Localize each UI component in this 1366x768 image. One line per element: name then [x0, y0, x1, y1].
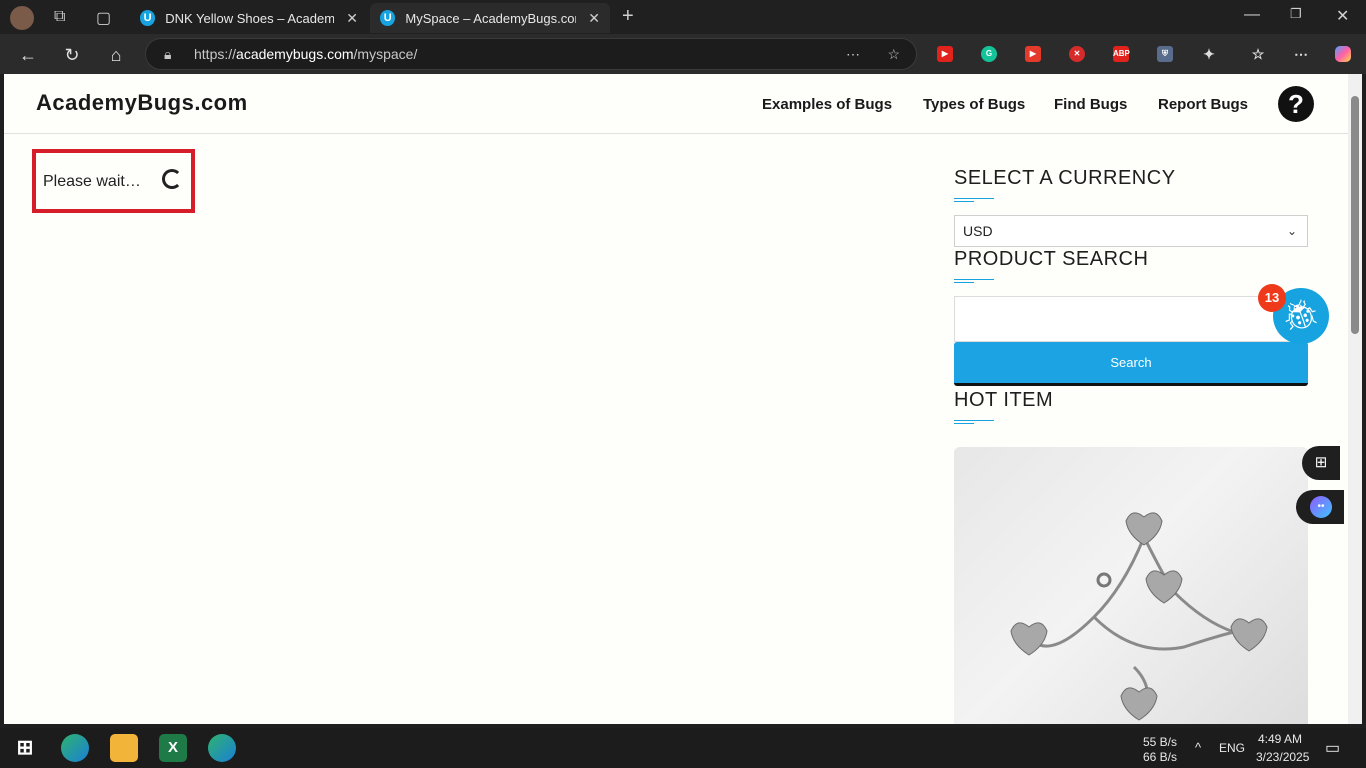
product-search-input[interactable]: [954, 296, 1308, 342]
grammarly-icon[interactable]: G: [981, 46, 997, 62]
heading-underline: [954, 198, 994, 202]
bug-count-badge: 13: [1258, 284, 1286, 312]
nav-types-of-bugs[interactable]: Types of Bugs: [923, 96, 1025, 113]
nav-report-bugs[interactable]: Report Bugs: [1158, 96, 1248, 113]
copilot-icon[interactable]: [1335, 46, 1351, 62]
heading-underline: [954, 420, 994, 424]
adblock-plus-icon[interactable]: ABP: [1113, 46, 1130, 62]
language-indicator[interactable]: ENG: [1219, 741, 1245, 755]
restore-icon[interactable]: ❐: [1290, 6, 1302, 22]
refresh-icon[interactable]: ↻: [59, 42, 85, 68]
new-tab-icon[interactable]: +: [622, 5, 634, 28]
loading-box: Please wait…: [32, 149, 195, 213]
loading-text: Please wait…: [43, 173, 141, 190]
url-host: academybugs.com: [236, 46, 354, 62]
lock-icon: 🔒︎: [164, 46, 172, 62]
nav-find-bugs[interactable]: Find Bugs: [1054, 96, 1127, 113]
favorite-star-icon[interactable]: ☆: [887, 39, 900, 69]
url-prefix: https://: [194, 46, 237, 62]
tab-title: MySpace – AcademyBugs.com: [405, 10, 577, 26]
minimize-icon[interactable]: —: [1244, 6, 1260, 24]
search-heading: PRODUCT SEARCH: [954, 248, 1149, 270]
close-window-icon[interactable]: ✕: [1336, 6, 1349, 26]
site-logo[interactable]: AcademyBugs.com: [36, 90, 248, 116]
notifications-icon[interactable]: ▭: [1325, 738, 1340, 758]
edge-icon[interactable]: [61, 734, 89, 762]
address-bar[interactable]: 🔒︎ https://academybugs.com/myspace/ ⋯ ☆: [145, 38, 917, 70]
search-button[interactable]: Search: [954, 342, 1308, 386]
search-section: PRODUCT SEARCH: [954, 248, 1149, 283]
hot-item-image[interactable]: [954, 447, 1308, 724]
spinner-icon: [162, 169, 182, 189]
network-speed-up: 66 B/s: [1143, 750, 1178, 764]
currency-heading: SELECT A CURRENCY: [954, 167, 1176, 189]
web-page: AcademyBugs.com Examples of Bugs Types o…: [4, 74, 1348, 724]
file-explorer-icon[interactable]: [110, 734, 138, 762]
browser-chrome: ⧉ ▢ U DNK Yellow Shoes – AcademyBugs.com…: [0, 0, 1366, 74]
extension-play-icon[interactable]: ▶: [1025, 46, 1041, 62]
tab-actions-icon[interactable]: ▢: [96, 8, 111, 28]
workspaces-icon[interactable]: ⧉: [54, 8, 65, 26]
url-path: /myspace/: [353, 46, 418, 62]
currency-section: SELECT A CURRENCY: [954, 167, 1176, 202]
currency-value: USD: [963, 223, 993, 239]
currency-select[interactable]: USD ⌄: [954, 215, 1308, 247]
heading-underline: [954, 279, 994, 283]
nav-examples-of-bugs[interactable]: Examples of Bugs: [762, 96, 892, 113]
assistant-face-icon: ••: [1310, 496, 1332, 518]
shield-icon[interactable]: ⛨: [1157, 46, 1173, 62]
back-icon[interactable]: ←: [15, 42, 41, 68]
favorites-icon[interactable]: ☆: [1250, 46, 1266, 62]
extension-red-icon[interactable]: ▶: [937, 46, 953, 62]
more-actions-icon[interactable]: ⋯: [846, 39, 860, 69]
extensions-puzzle-icon[interactable]: ✦: [1201, 46, 1217, 62]
grid-apps-icon[interactable]: ⊞: [1302, 446, 1340, 480]
network-speed-down: 55 B/s: [1143, 735, 1178, 749]
browser-toolbar: ← ↻ ⌂ 🔒︎ https://academybugs.com/myspace…: [0, 34, 1366, 74]
close-tab-icon[interactable]: ✕: [588, 10, 600, 27]
profile-avatar[interactable]: [10, 6, 34, 30]
page-scrollbar[interactable]: [1348, 74, 1362, 724]
excel-icon[interactable]: X: [159, 734, 187, 762]
home-icon[interactable]: ⌂: [103, 42, 129, 68]
clock-date[interactable]: 3/23/2025: [1256, 750, 1309, 764]
windows-start-icon[interactable]: ⊞: [11, 734, 39, 762]
help-icon[interactable]: ?: [1278, 86, 1314, 122]
hot-item-heading: HOT ITEM: [954, 389, 1054, 411]
academybugs-favicon-icon: U: [140, 10, 156, 26]
close-tab-icon[interactable]: ✕: [346, 10, 358, 27]
edge-icon[interactable]: [208, 734, 236, 762]
site-header: AcademyBugs.com Examples of Bugs Types o…: [4, 74, 1348, 134]
chevron-up-icon[interactable]: ^: [1195, 740, 1201, 755]
bracelet-illustration: [1010, 512, 1268, 721]
settings-more-icon[interactable]: ⋯: [1293, 46, 1309, 62]
extension-x-icon[interactable]: ✕: [1069, 46, 1085, 62]
tab-title: DNK Yellow Shoes – AcademyBugs.com: [165, 10, 335, 26]
clock-time[interactable]: 4:49 AM: [1258, 732, 1302, 746]
tab-strip: ⧉ ▢ U DNK Yellow Shoes – AcademyBugs.com…: [0, 0, 1366, 34]
tab-dnk-yellow-shoes[interactable]: U DNK Yellow Shoes – AcademyBugs.com ✕: [130, 3, 368, 33]
scrollbar-thumb[interactable]: [1351, 96, 1359, 334]
assistant-widget[interactable]: ••: [1296, 490, 1344, 524]
chevron-down-icon: ⌄: [1286, 224, 1297, 238]
tab-myspace[interactable]: U MySpace – AcademyBugs.com ✕: [370, 3, 610, 33]
hot-item-section: HOT ITEM: [954, 389, 1054, 424]
windows-taskbar: ⊞ X 55 B/s 66 B/s ^ ENG 4:49 AM 3/23/202…: [0, 728, 1366, 768]
academybugs-favicon-icon: U: [380, 10, 396, 26]
